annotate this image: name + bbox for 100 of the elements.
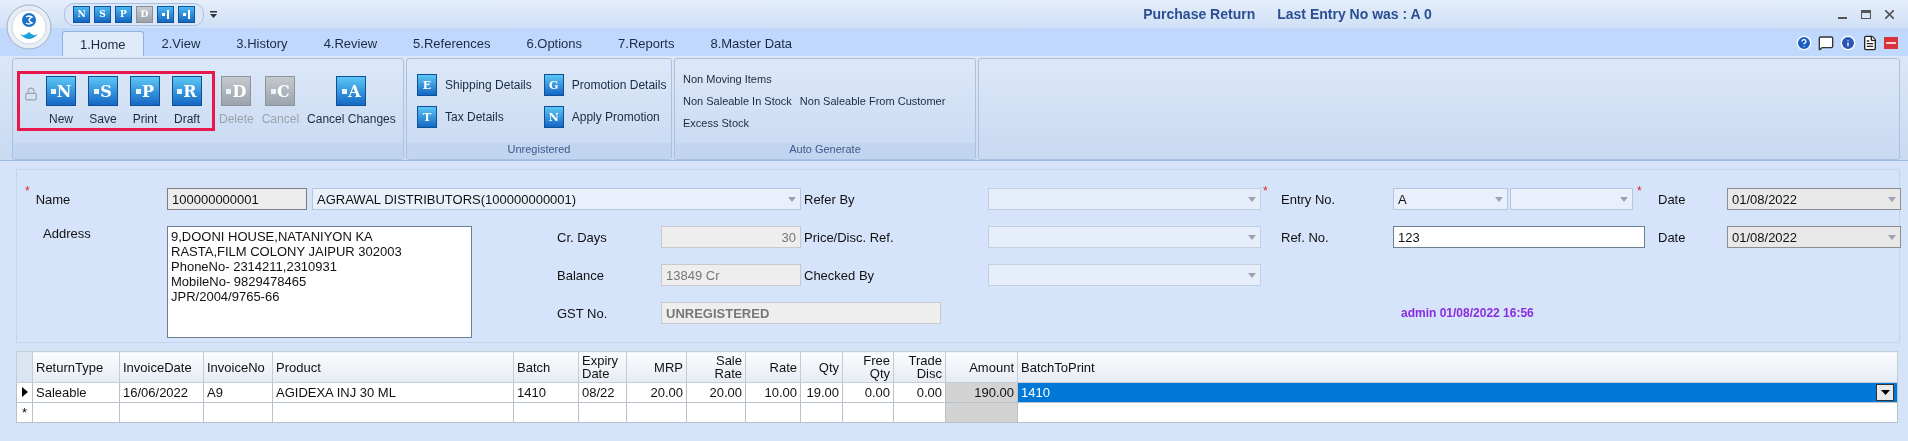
- required-mark: *: [1263, 184, 1268, 198]
- column-header[interactable]: MRP: [626, 351, 687, 383]
- field-label: Date: [1658, 191, 1686, 207]
- column-header[interactable]: Amount: [945, 351, 1018, 383]
- column-header[interactable]: ReturnType: [32, 351, 120, 383]
- last-entry-text: Last Entry No was : A 0: [1277, 6, 1432, 22]
- field-label: Checked By: [804, 267, 875, 283]
- caret-icon: [1880, 390, 1890, 395]
- column-header[interactable]: Free Qty: [842, 351, 894, 383]
- dropdown-arrow-icon: [1248, 234, 1256, 240]
- ref-number-field[interactable]: 123: [1393, 226, 1645, 248]
- field-label: GST No.: [557, 305, 608, 321]
- address-line: RASTA,FILM COLONY JAIPUR 302003: [171, 244, 403, 259]
- dropdown-arrow-icon: [1248, 196, 1256, 202]
- dropdown-arrow-icon: [1495, 196, 1503, 202]
- ribbon-button[interactable]: E Shipping Details: [417, 74, 532, 96]
- message-icon[interactable]: [1818, 35, 1834, 51]
- column-header[interactable]: InvoiceDate: [119, 351, 204, 383]
- column-header[interactable]: InvoiceNo: [203, 351, 273, 383]
- maximize-icon[interactable]: [1861, 9, 1871, 19]
- date-picker[interactable]: 01/08/2022: [1727, 188, 1901, 210]
- series-combo[interactable]: A: [1393, 188, 1508, 210]
- ribbon-button[interactable]: S Save: [84, 76, 122, 126]
- ribbon-button[interactable]: R Draft: [168, 76, 206, 126]
- customize-caret-icon[interactable]: [210, 10, 217, 18]
- required-mark: *: [1637, 184, 1642, 198]
- audit-text: admin 01/08/2022 16:56: [1401, 306, 1534, 320]
- row-header[interactable]: [16, 382, 33, 403]
- letter-tile-icon: P: [130, 76, 160, 106]
- field-label: Cr. Days: [557, 229, 607, 245]
- ribbon-tab[interactable]: 6.Options: [508, 30, 601, 56]
- field-label: Price/Disc. Ref.: [804, 229, 894, 245]
- ribbon-button[interactable]: A Cancel Changes: [303, 76, 400, 126]
- ribbon-tab[interactable]: 2.View: [143, 30, 219, 56]
- party-name-combo[interactable]: AGRAWAL DISTRIBUTORS(100000000001): [312, 188, 801, 210]
- letter-tile-icon: D: [221, 76, 252, 106]
- column-header[interactable]: Expiry Date: [578, 351, 627, 383]
- column-header[interactable]: Qty: [800, 351, 843, 383]
- field-label: Name: [35, 191, 71, 207]
- field-label: Refer By: [804, 191, 855, 207]
- party-code-field[interactable]: 100000000001: [167, 188, 307, 210]
- letter-tile-icon: C: [265, 76, 296, 106]
- column-header[interactable]: Product: [272, 351, 514, 383]
- address-line: PhoneNo- 2314211,2310931: [171, 259, 339, 274]
- column-header[interactable]: Rate: [745, 351, 801, 383]
- exit-icon[interactable]: [1884, 37, 1898, 49]
- ribbon-link[interactable]: Excess Stock: [683, 117, 750, 129]
- letter-tile-icon: G: [543, 74, 564, 96]
- date-picker[interactable]: 01/08/2022: [1727, 226, 1901, 248]
- window-title: Purchase Return: [1143, 6, 1256, 22]
- field-label: Address: [43, 226, 91, 241]
- letter-tile-icon: N: [46, 76, 76, 106]
- letter-tile-icon: T: [417, 106, 437, 128]
- column-header[interactable]: Trade Disc: [893, 351, 946, 383]
- field-label: Date: [1658, 229, 1686, 245]
- group-caption: Auto Generate: [675, 143, 975, 159]
- new-row-marker: *: [16, 402, 33, 423]
- ribbon-button[interactable]: N New: [42, 76, 80, 126]
- info-icon[interactable]: [1840, 35, 1856, 51]
- ribbon-button[interactable]: P Print: [126, 76, 164, 126]
- current-row-icon: [21, 387, 28, 397]
- ribbon-link[interactable]: Non Saleable From Customer: [799, 95, 946, 107]
- document-icon[interactable]: [1862, 35, 1878, 51]
- dropdown-arrow-icon: [1888, 196, 1896, 202]
- dropdown-arrow-icon: [1888, 234, 1896, 240]
- ribbon-link[interactable]: Non Moving Items: [683, 73, 772, 85]
- letter-tile-icon: E: [417, 74, 437, 96]
- column-header[interactable]: Batch: [513, 351, 579, 383]
- required-mark: *: [25, 184, 30, 198]
- bar-tile-icon[interactable]: [178, 5, 195, 23]
- ribbon-tab[interactable]: 4.Review: [305, 30, 396, 56]
- ribbon-tab[interactable]: 3.History: [218, 30, 306, 56]
- table-cell[interactable]: 1410: [1017, 382, 1898, 403]
- letter-tile-icon: A: [336, 76, 367, 106]
- grid-corner: [16, 351, 33, 383]
- address-line: JPR/2004/9765-66: [171, 289, 281, 304]
- ribbon-button[interactable]: G Promotion Details: [543, 74, 667, 96]
- address-field[interactable]: 9,DOONI HOUSE,NATANIYON KA RASTA,FILM COLONY JAIPUR 302003 PhoneNo- 2314211,2310931 MobileNo- 9829478465 JPR/2004/9765-66: [167, 226, 472, 338]
- ribbon-button[interactable]: N Apply Promotion: [543, 106, 667, 128]
- field-label: Ref. No.: [1281, 229, 1329, 245]
- address-line: MobileNo- 9829478465: [171, 274, 308, 289]
- readonly-field: UNREGISTERED: [661, 302, 941, 324]
- column-header[interactable]: BatchToPrint: [1017, 351, 1898, 383]
- close-icon[interactable]: [1885, 9, 1894, 19]
- dropdown-arrow-icon: [1248, 272, 1256, 278]
- ribbon-link[interactable]: Non Saleable In Stock: [683, 95, 792, 107]
- field-label: Balance: [557, 267, 604, 283]
- column-header[interactable]: Sale Rate: [686, 351, 746, 383]
- ribbon-tab[interactable]: 7.Reports: [600, 30, 693, 56]
- ribbon-tab[interactable]: 8.Master Data: [692, 30, 811, 56]
- dropdown-button[interactable]: [1876, 384, 1894, 401]
- readonly-field: 13849 Cr: [661, 264, 801, 286]
- help-icon[interactable]: [1796, 35, 1812, 51]
- ribbon-button[interactable]: T Tax Details: [417, 106, 532, 128]
- bar-tile-icon[interactable]: [157, 5, 174, 23]
- address-line: 9,DOONI HOUSE,NATANIYON KA: [171, 229, 374, 244]
- ribbon-tab[interactable]: 5.References: [395, 30, 509, 56]
- ribbon-tab[interactable]: 1.Home: [62, 31, 144, 56]
- field-label: Entry No.: [1281, 191, 1336, 207]
- dropdown-arrow-icon: [788, 196, 796, 202]
